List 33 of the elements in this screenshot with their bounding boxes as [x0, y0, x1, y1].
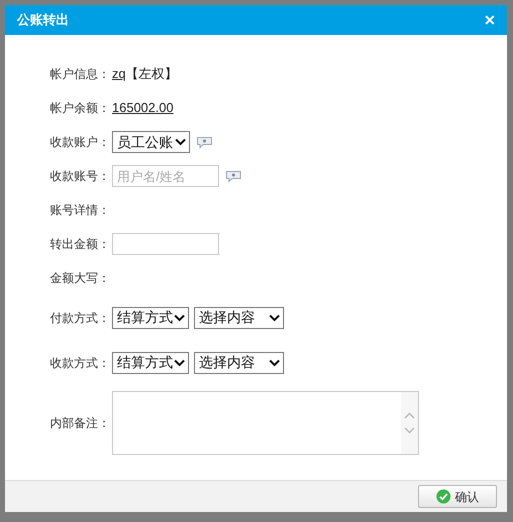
dropdown[interactable]: 结算方式 — [112, 306, 189, 328]
chevron-icon — [174, 358, 185, 366]
account-name: 【左权】 — [126, 65, 178, 84]
chevron-icon — [269, 314, 280, 322]
field-label: 内部备注： — [50, 415, 111, 432]
field-label: 金额大写： — [50, 270, 111, 287]
text-area[interactable] — [112, 391, 419, 455]
speech-bubble-icon[interactable] — [196, 136, 213, 148]
field-label: 帐户余额： — [50, 100, 111, 117]
field-label: 转出金额： — [50, 236, 111, 253]
input-field[interactable] — [112, 233, 219, 255]
dropdown[interactable]: 选择内容 — [194, 352, 284, 374]
link[interactable]: zq — [112, 64, 126, 84]
speech-bubble-icon[interactable] — [225, 170, 242, 182]
input-field[interactable]: 用户名/姓名 — [112, 165, 219, 187]
field-label: 收款账号： — [50, 168, 111, 185]
dialog-title: 公账转出 — [17, 11, 69, 30]
scroll-up-icon[interactable] — [404, 412, 415, 419]
check-circle-icon — [436, 489, 451, 504]
scroll-down-icon[interactable] — [404, 427, 415, 434]
field-label: 账号详情： — [50, 202, 111, 219]
field-label: 帐户信息： — [50, 66, 111, 83]
field-label: 付款方式： — [50, 310, 111, 326]
chevron-icon — [269, 358, 280, 366]
chevron-icon — [174, 314, 185, 322]
chevron-icon — [175, 138, 186, 146]
field-label: 收款账户： — [50, 134, 111, 151]
dropdown[interactable]: 结算方式 — [112, 352, 189, 374]
link[interactable]: 165002.00 — [112, 98, 174, 118]
field-label: 收款方式： — [50, 354, 111, 372]
dropdown[interactable]: 选择内容 — [194, 306, 284, 328]
dropdown[interactable]: 员工公账 — [112, 131, 190, 153]
confirm-button[interactable]: 确认 — [418, 485, 497, 508]
